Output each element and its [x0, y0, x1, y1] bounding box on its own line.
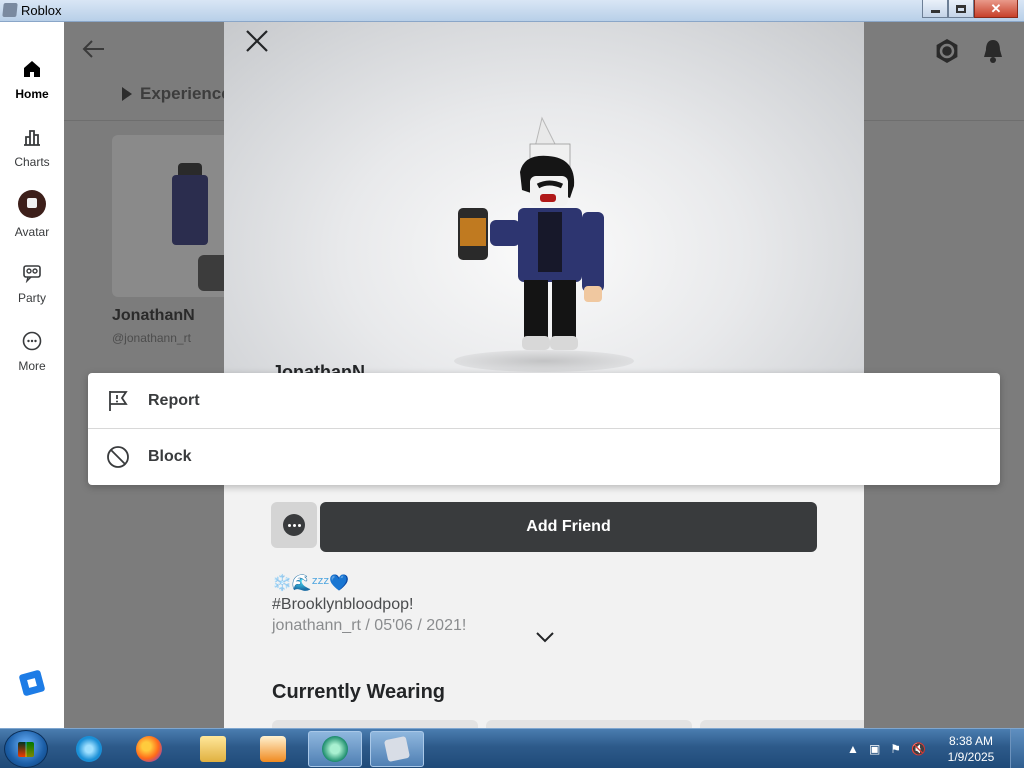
avatar-thumbnail — [18, 190, 46, 218]
avatar-stage — [224, 22, 864, 392]
nav-item-avatar[interactable]: Avatar — [0, 190, 64, 239]
add-friend-button[interactable]: Add Friend — [320, 502, 817, 552]
chat-app-icon — [322, 736, 348, 762]
experience-tab-label: Experience — [140, 84, 231, 103]
charts-icon — [21, 126, 43, 148]
nav-item-more[interactable]: More — [0, 330, 64, 373]
nav-item-home[interactable]: Home — [0, 58, 64, 101]
nav-label-more: More — [18, 359, 46, 373]
roblox-logo-icon[interactable] — [18, 669, 46, 697]
bio-line-hashtag: #Brooklynbloodpop! — [272, 596, 414, 613]
robux-icon[interactable] — [934, 38, 960, 69]
notification-bell-icon[interactable] — [982, 38, 1004, 69]
close-profile-icon[interactable] — [244, 28, 270, 54]
nav-label-party: Party — [17, 291, 46, 305]
friend-card-avatar-body — [172, 175, 208, 245]
back-arrow-icon[interactable] — [82, 38, 106, 66]
block-icon — [106, 445, 130, 469]
wearing-item[interactable] — [272, 720, 478, 728]
chevron-down-icon[interactable] — [535, 630, 555, 643]
bio-line-handle: jonathann_rt / 05'06 / 2021! — [272, 617, 467, 634]
nav-label-home: Home — [15, 87, 49, 101]
taskbar-explorer-button[interactable] — [186, 731, 240, 767]
media-player-icon — [260, 736, 286, 762]
taskbar-app-button[interactable] — [308, 731, 362, 767]
maximize-icon — [956, 4, 966, 13]
currently-wearing-title: Currently Wearing — [272, 681, 445, 703]
network-icon[interactable]: ▣ — [869, 742, 880, 756]
context-menu: Report Block — [88, 373, 1000, 485]
start-button[interactable] — [4, 730, 48, 768]
roblox-app-icon — [2, 3, 18, 17]
wearing-item[interactable] — [700, 720, 864, 728]
home-icon — [21, 58, 43, 80]
window-title: Roblox — [21, 3, 62, 18]
ellipsis-icon — [283, 514, 305, 536]
clock-date: 1/9/2025 — [947, 750, 995, 764]
header-icons — [934, 38, 1004, 69]
taskbar-firefox-button[interactable] — [122, 731, 176, 767]
roblox-taskbar-icon — [383, 735, 411, 763]
window-titlebar: Roblox ✕ — [0, 0, 1024, 22]
window-controls: ✕ — [922, 0, 1018, 18]
internet-explorer-icon — [76, 736, 102, 762]
nav-item-charts[interactable]: Charts — [0, 126, 64, 169]
maximize-button[interactable] — [948, 0, 974, 18]
close-icon: ✕ — [990, 0, 1002, 16]
taskbar-roblox-button[interactable] — [370, 731, 424, 767]
show-desktop-button[interactable] — [1010, 729, 1024, 768]
clock-time: 8:38 AM — [948, 734, 994, 748]
menu-item-block-label: Block — [148, 448, 192, 465]
nav-label-avatar: Avatar — [14, 225, 50, 239]
wearing-item[interactable] — [486, 720, 692, 728]
minimize-icon — [930, 10, 940, 13]
action-center-flag-icon[interactable]: ⚑ — [890, 742, 901, 756]
taskbar-media-button[interactable] — [246, 731, 300, 767]
friend-card[interactable] — [112, 135, 232, 297]
minimize-button[interactable] — [922, 0, 948, 18]
menu-item-report[interactable]: Report — [88, 373, 1000, 429]
menu-item-report-label: Report — [148, 392, 200, 409]
play-icon — [122, 87, 132, 101]
menu-item-block[interactable]: Block — [88, 429, 1000, 485]
more-icon — [21, 330, 43, 352]
firefox-icon — [136, 736, 162, 762]
system-clock[interactable]: 8:38 AM 1/9/2025 — [936, 733, 1006, 765]
app-area: Home Charts Avatar Party More Experience… — [0, 22, 1024, 728]
profile-more-button[interactable] — [271, 502, 317, 548]
folder-icon — [200, 736, 226, 762]
left-nav: Home Charts Avatar Party More — [0, 22, 64, 728]
avatar-icon — [18, 190, 46, 218]
experience-tab[interactable]: Experience — [122, 84, 231, 104]
wearing-items-row — [272, 720, 864, 728]
flag-icon — [106, 389, 130, 413]
bio-emoji-line: ❄️🌊ᶻᶻᶻ💙 — [272, 575, 349, 592]
volume-muted-icon[interactable]: 🔇 — [911, 742, 926, 756]
nav-label-charts: Charts — [14, 155, 50, 169]
taskbar-ie-button[interactable] — [62, 731, 116, 767]
system-tray: ▲ ▣ ⚑ 🔇 8:38 AM 1/9/2025 — [847, 729, 1024, 768]
taskbar: ▲ ▣ ⚑ 🔇 8:38 AM 1/9/2025 — [0, 728, 1024, 768]
friend-card-name: JonathanN — [112, 307, 195, 324]
friend-card-handle: @jonathann_rt — [112, 331, 191, 345]
nav-item-party[interactable]: Party — [0, 262, 64, 305]
profile-bio: ❄️🌊ᶻᶻᶻ💙 #Brooklynbloodpop! jonathann_rt … — [272, 573, 466, 636]
show-hidden-icons-icon[interactable]: ▲ — [847, 742, 859, 756]
avatar-3d-figure — [458, 116, 604, 350]
close-window-button[interactable]: ✕ — [974, 0, 1018, 18]
party-icon — [21, 262, 43, 284]
